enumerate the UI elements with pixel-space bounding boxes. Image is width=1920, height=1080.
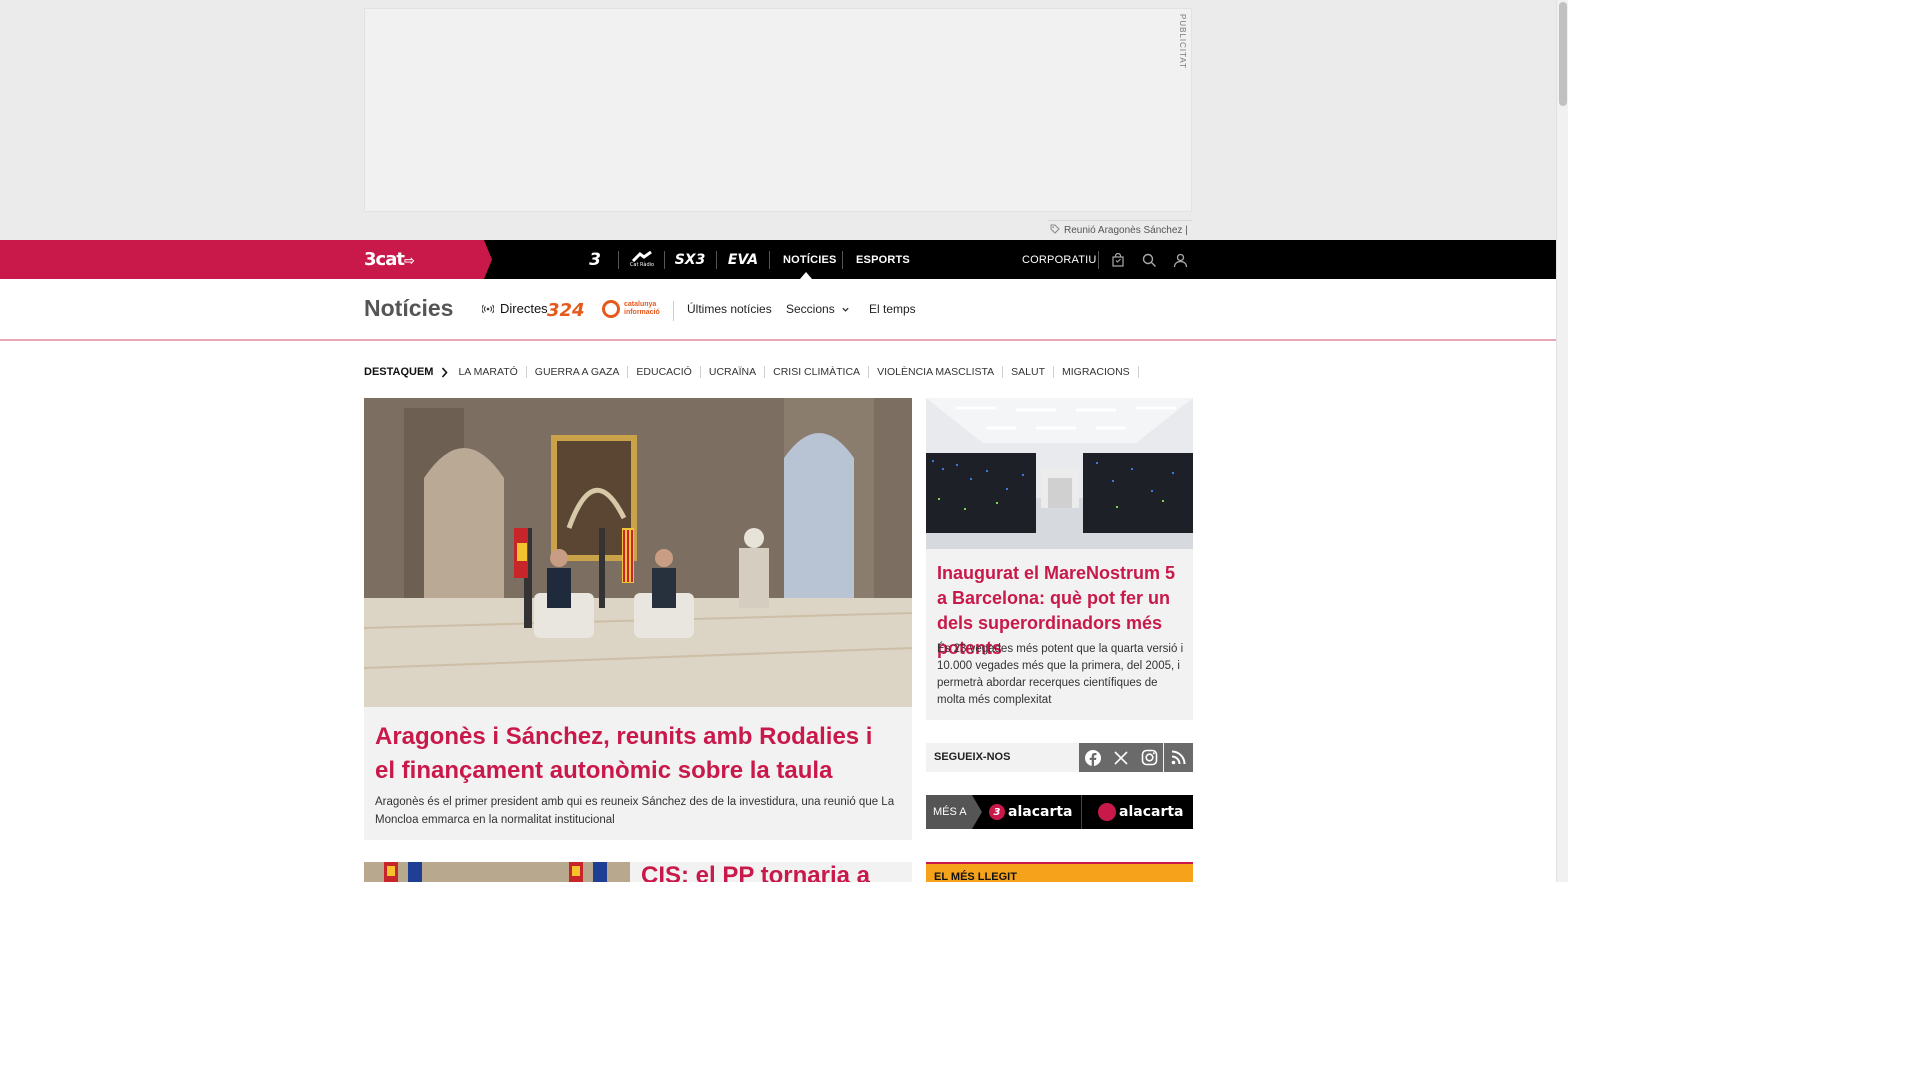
main-article-image[interactable]	[364, 398, 912, 707]
follow-us: SEGUEIX-NOS	[926, 743, 1193, 772]
top-navbar: 3cat⇨ 3 Cat Ràdio SX3 EVA NOTÍCIES ESPOR…	[0, 240, 1556, 279]
topic-link[interactable]: CRISI CLIMÀTICA	[765, 366, 870, 378]
catradio-alacarta-label: alacarta	[1119, 804, 1184, 820]
link-el-temps[interactable]: El temps	[869, 302, 916, 316]
tv3-logo-icon: 3	[989, 804, 1005, 820]
side-article-card[interactable]: Inaugurat el MareNostrum 5 a Barcelona: …	[926, 398, 1193, 720]
channel-sx3-logo: SX3	[674, 251, 706, 268]
chevron-down-icon	[842, 307, 849, 312]
nav-esports[interactable]: ESPORTS	[856, 240, 910, 279]
seccions-dropdown[interactable]: Seccions	[786, 302, 850, 316]
brand-logo-text: 3cat	[364, 249, 405, 270]
scrollbar-thumb[interactable]	[1559, 2, 1567, 106]
directes-link[interactable]: Directes	[482, 301, 548, 316]
tag-icon	[1050, 224, 1060, 236]
x-icon[interactable]	[1107, 743, 1135, 772]
directes-label: Directes	[500, 301, 548, 316]
follow-us-label: SEGUEIX-NOS	[934, 751, 1011, 763]
topic-link[interactable]: SALUT	[1003, 366, 1054, 378]
ad-label: PUBLICITAT	[1178, 14, 1187, 70]
channel-sx3[interactable]: SX3	[674, 240, 706, 279]
most-read-box: EL MÉS LLEGIT	[926, 862, 1193, 882]
topic-link[interactable]: MIGRACIONS	[1054, 366, 1139, 378]
divider	[842, 251, 843, 269]
main-article-lead: Aragonès és el primer president amb qui …	[375, 796, 895, 826]
side-article-lead: És 23 vegades més potent que la quarta v…	[937, 643, 1184, 706]
ad-banner[interactable]	[364, 8, 1192, 212]
tv3-alacarta-link[interactable]: 3 alacarta	[989, 795, 1072, 829]
catinfo-icon	[602, 300, 620, 318]
catradio-alacarta-link[interactable]: alacarta	[1098, 795, 1183, 829]
brand-block	[0, 240, 492, 279]
channel-catradio-label: Cat Ràdio	[629, 262, 655, 268]
topic-link[interactable]: VIOLÈNCIA MASCLISTA	[869, 366, 1004, 378]
destaquem-label: DESTAQUEM	[364, 366, 434, 378]
page-title[interactable]: Notícies	[364, 295, 453, 322]
destaquem-lead: DESTAQUEM	[364, 366, 449, 378]
divider	[769, 251, 770, 269]
page: PUBLICITAT Reunió Aragonès Sánchez | 3ca…	[0, 0, 1568, 882]
logo-324[interactable]: 324	[547, 300, 585, 321]
tv3-alacarta-label: alacarta	[1008, 804, 1073, 820]
catradio-icon	[631, 251, 652, 262]
divider	[664, 251, 665, 269]
divider	[716, 251, 717, 269]
user-icon[interactable]	[1170, 250, 1190, 270]
destaquem-bar: DESTAQUEM LA MARATÓ GUERRA A GAZA EDUCAC…	[364, 365, 1139, 379]
ticker-text: Reunió Aragonès Sánchez |	[1064, 224, 1188, 236]
second-article-image[interactable]	[364, 862, 630, 882]
search-icon[interactable]	[1139, 250, 1159, 270]
brand-arrow-icon: ⇨	[403, 254, 415, 269]
main-article-card[interactable]: Aragonès i Sánchez, reunits amb Rodalies…	[364, 398, 912, 840]
most-read-label: EL MÉS LLEGIT	[934, 871, 1017, 882]
chevron-right-icon	[442, 366, 449, 378]
divider	[673, 301, 674, 321]
shopping-bag-icon[interactable]	[1108, 250, 1128, 270]
divider	[1081, 795, 1082, 829]
channel-tv3-logo: 3	[589, 249, 601, 270]
link-ultimes-noticies[interactable]: Últimes notícies	[687, 302, 772, 316]
mes-a-bar: MÉS A 3 alacarta alacarta	[926, 795, 1193, 829]
channel-tv3[interactable]: 3	[582, 240, 608, 279]
instagram-icon[interactable]	[1135, 743, 1163, 772]
divider	[1098, 251, 1099, 269]
catradio-logo-icon	[1098, 803, 1116, 821]
channel-catradio[interactable]: Cat Ràdio	[628, 240, 656, 279]
live-broadcast-icon	[482, 304, 494, 313]
side-article-image[interactable]	[926, 398, 1193, 549]
divider	[618, 251, 619, 269]
ad-zone: PUBLICITAT Reunió Aragonès Sánchez |	[0, 0, 1556, 240]
section-header: Notícies Directes 324 catalunya informac…	[0, 279, 1556, 341]
channel-eva[interactable]: EVA	[726, 240, 760, 279]
logo-324-text: 324	[547, 300, 585, 321]
ticker[interactable]: Reunió Aragonès Sánchez |	[1048, 220, 1192, 239]
active-nav-indicator	[800, 272, 812, 279]
scrollbar[interactable]	[1556, 0, 1568, 882]
logo-catalunya-informacio[interactable]: catalunya informació	[602, 300, 682, 318]
second-article-title[interactable]: CIS: el PP tornaria a	[641, 862, 870, 882]
facebook-icon[interactable]	[1079, 743, 1107, 772]
topic-link[interactable]: LA MARATÓ	[450, 366, 527, 378]
seccions-label: Seccions	[786, 302, 835, 316]
topic-link[interactable]: EDUCACIÓ	[628, 366, 701, 378]
topic-link[interactable]: UCRAÏNA	[701, 366, 766, 378]
mes-a-label: MÉS A	[926, 795, 982, 829]
brand-logo[interactable]: 3cat⇨	[364, 249, 415, 270]
rss-icon[interactable]	[1164, 743, 1193, 772]
topic-link[interactable]: GUERRA A GAZA	[527, 366, 629, 378]
channel-eva-logo: EVA	[727, 251, 759, 268]
main-article-title[interactable]: Aragonès i Sánchez, reunits amb Rodalies…	[375, 720, 895, 788]
nav-corporatiu[interactable]: CORPORATIU	[1022, 240, 1097, 279]
